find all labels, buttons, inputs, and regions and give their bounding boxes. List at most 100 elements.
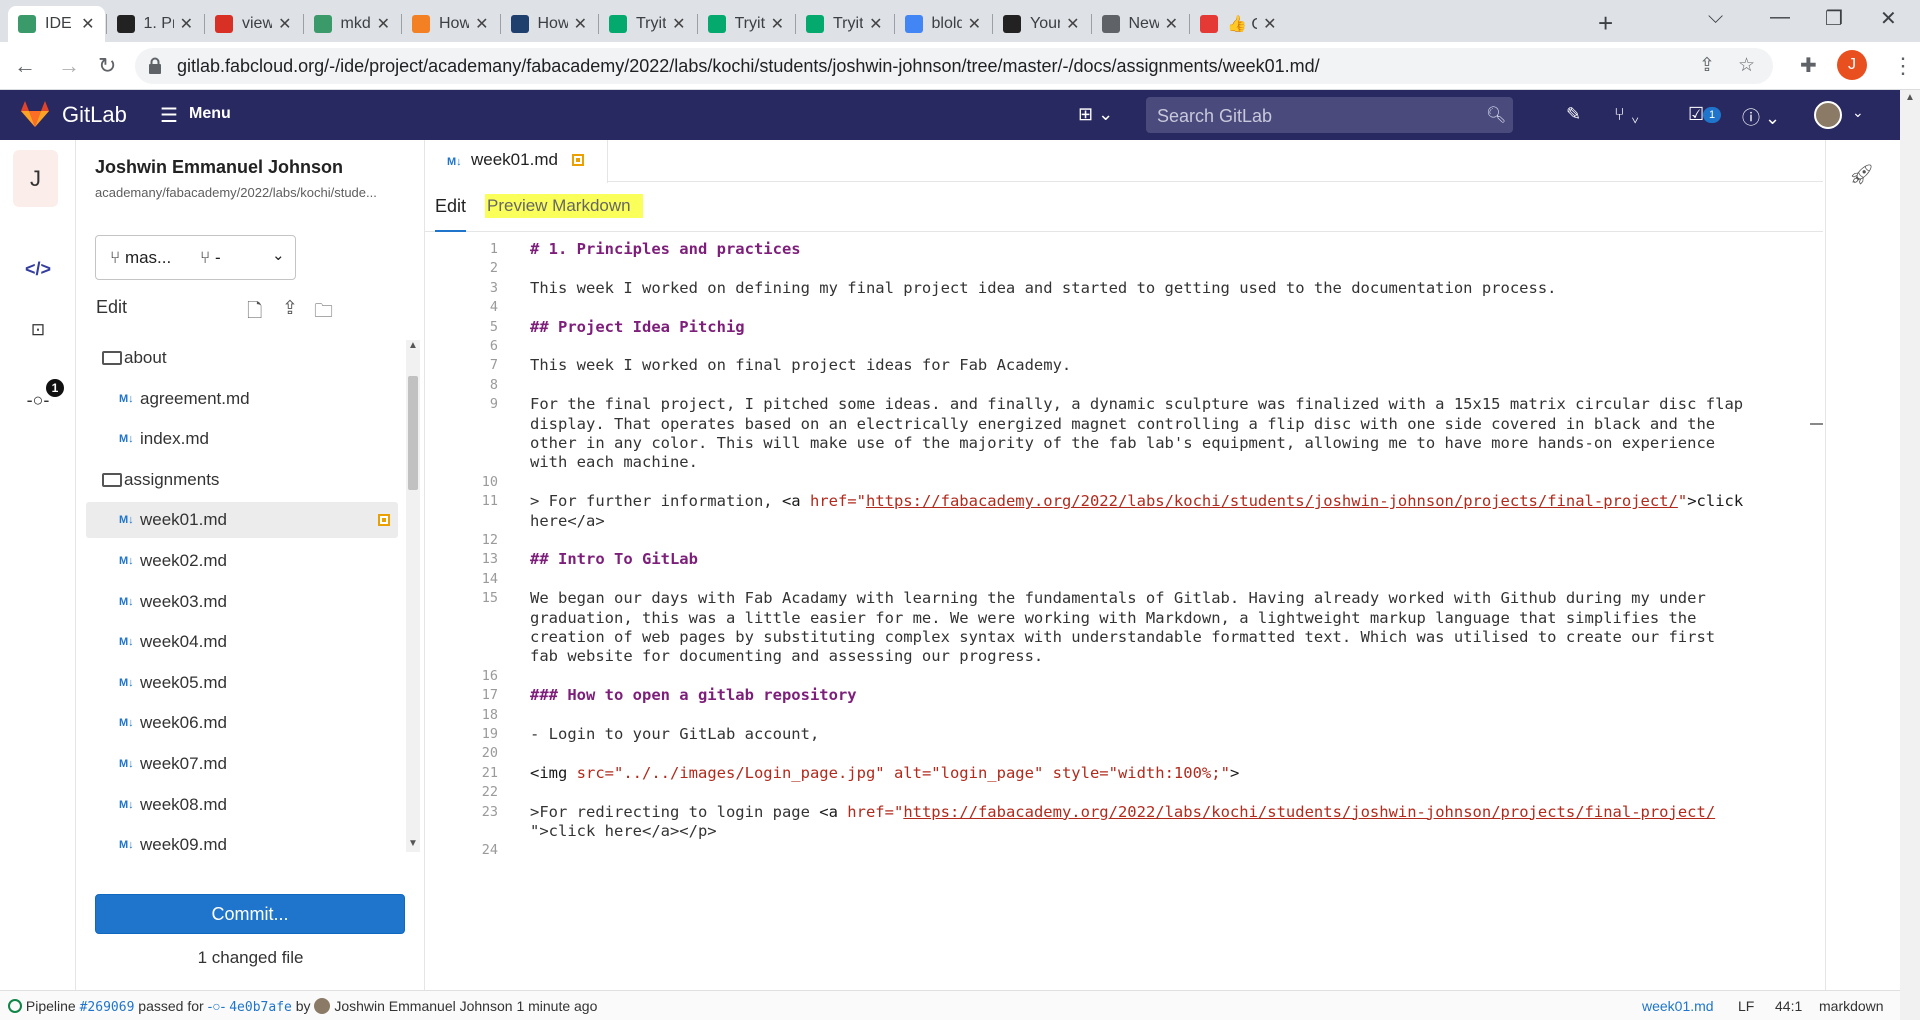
tab-close-icon[interactable]: ✕ xyxy=(574,14,587,34)
edit-mode-icon[interactable]: </> xyxy=(0,250,76,288)
tab-close-icon[interactable]: ✕ xyxy=(771,14,784,34)
review-mode-icon[interactable]: ⊡ xyxy=(0,320,76,340)
new-folder-icon[interactable]: 🗀 xyxy=(314,297,333,329)
browser-tab[interactable]: IDE · G ✕ xyxy=(8,6,105,42)
code-line: with each machine. xyxy=(530,453,1810,471)
tab-close-icon[interactable]: ✕ xyxy=(1066,14,1079,34)
scroll-up-icon[interactable]: ▲ xyxy=(408,340,418,351)
tab-close-icon[interactable]: ✕ xyxy=(1263,14,1276,34)
tab-close-icon[interactable]: ✕ xyxy=(180,14,193,34)
tree-file[interactable]: M↓ week04.md xyxy=(86,624,398,660)
new-tab-button[interactable]: + xyxy=(1598,8,1613,39)
project-name[interactable]: Joshwin Emmanuel Johnson xyxy=(95,157,343,178)
tab-close-icon[interactable]: ✕ xyxy=(278,14,291,34)
pipeline-link[interactable]: #269069 xyxy=(80,1000,135,1015)
pipeline-passed-icon[interactable] xyxy=(8,999,22,1013)
merge-requests-icon[interactable]: ⑂ ⌄ xyxy=(1614,104,1641,125)
tab-edit[interactable]: Edit xyxy=(435,182,467,232)
browser-tab[interactable]: view-s ✕ xyxy=(205,6,302,42)
scrollbar-thumb[interactable] xyxy=(408,376,418,490)
file-language: markdown xyxy=(1819,998,1884,1014)
file-tree-scrollbar[interactable]: ▲ ▼ xyxy=(406,340,420,852)
browser-tab[interactable]: Tryit E ✕ xyxy=(796,6,893,42)
tab-close-icon[interactable]: ✕ xyxy=(672,14,685,34)
gitlab-brand[interactable]: GitLab xyxy=(62,102,127,128)
share-icon[interactable]: ⇪ xyxy=(1699,54,1715,77)
tab-close-icon[interactable]: ✕ xyxy=(869,14,882,34)
project-avatar[interactable]: J xyxy=(13,150,58,207)
hamburger-icon[interactable]: ☰ xyxy=(160,103,178,128)
code-tag: <img xyxy=(530,763,577,782)
commit-mode-icon[interactable]: -○- xyxy=(0,390,76,411)
scrollbar-thumb[interactable] xyxy=(1810,423,1823,425)
scroll-down-icon[interactable]: ▼ xyxy=(408,838,418,849)
tree-file[interactable]: M↓ week06.md xyxy=(86,705,398,741)
tree-file[interactable]: M↓ week09.md xyxy=(86,827,398,852)
tab-close-icon[interactable]: ✕ xyxy=(81,14,94,34)
user-menu-chevron-icon[interactable]: ⌄ xyxy=(1852,104,1864,121)
browser-tab[interactable]: blold ✕ xyxy=(895,6,992,42)
tab-close-icon[interactable]: ✕ xyxy=(475,14,488,34)
tab-preview-markdown[interactable]: Preview Markdown xyxy=(485,194,643,218)
todos-icon[interactable]: ☑ xyxy=(1688,104,1704,125)
tree-item-label: week02.md xyxy=(140,551,227,570)
tab-favicon-icon xyxy=(313,15,332,33)
tree-file[interactable]: M↓ week08.md xyxy=(86,787,398,823)
user-avatar[interactable] xyxy=(1814,101,1842,129)
tree-file[interactable]: M↓ week02.md xyxy=(86,543,398,579)
browser-tab[interactable]: mkdo ✕ xyxy=(304,6,401,42)
tree-file[interactable]: M↓ week03.md xyxy=(86,584,398,620)
browser-menu-icon[interactable]: ⋮ xyxy=(1892,52,1914,80)
reload-icon[interactable]: ↻ xyxy=(98,52,116,80)
browser-tab[interactable]: How t ✕ xyxy=(501,6,598,42)
issues-icon[interactable]: ✎ xyxy=(1566,104,1581,125)
create-new-icon[interactable]: ⊞ ⌄ xyxy=(1078,104,1113,125)
tree-file[interactable]: M↓ agreement.md xyxy=(86,381,398,417)
search-input[interactable]: Search GitLab 🔍︎ xyxy=(1146,97,1513,133)
line-number: 22 xyxy=(481,784,498,801)
status-file-name[interactable]: week01.md xyxy=(1642,998,1714,1014)
new-file-icon[interactable]: 🗋 xyxy=(247,297,262,329)
back-icon[interactable]: ← xyxy=(14,52,36,80)
maximize-icon[interactable]: ❐ xyxy=(1825,6,1843,31)
tree-file[interactable]: M↓ week01.md xyxy=(86,502,398,539)
bookmark-star-icon[interactable]: ☆ xyxy=(1738,54,1755,77)
browser-tab[interactable]: Your r ✕ xyxy=(993,6,1090,42)
todos-count-badge: 1 xyxy=(1703,107,1721,123)
tree-folder[interactable]: about xyxy=(86,340,398,376)
editor-file-tab[interactable]: M↓ week01.md xyxy=(425,140,608,183)
profile-avatar[interactable]: J xyxy=(1837,50,1867,80)
address-bar[interactable]: gitlab.fabcloud.org/-/ide/project/academ… xyxy=(135,48,1773,84)
browser-tab[interactable]: Tryit E ✕ xyxy=(698,6,795,42)
code-scrollbar[interactable] xyxy=(1810,240,1823,978)
help-icon[interactable]: ⓘ ⌄ xyxy=(1742,104,1780,130)
modified-indicator-icon[interactable] xyxy=(572,154,584,166)
tree-file[interactable]: M↓ week05.md xyxy=(86,665,398,701)
tab-search-icon[interactable]: ⌵ xyxy=(1708,6,1723,29)
scroll-up-icon[interactable]: ▲ xyxy=(1905,92,1915,103)
tree-folder[interactable]: assignments xyxy=(86,462,398,498)
commit-sha-link[interactable]: 4e0b7afe xyxy=(229,1000,292,1015)
commit-button[interactable]: Commit... xyxy=(95,894,405,934)
pipelines-rocket-icon[interactable]: 🚀︎ xyxy=(1849,162,1874,187)
browser-tab[interactable]: 👍 Cc ✕ xyxy=(1190,6,1287,42)
tree-file[interactable]: M↓ week07.md xyxy=(86,746,398,782)
tab-close-icon[interactable]: ✕ xyxy=(377,14,390,34)
forward-icon[interactable]: → xyxy=(58,52,80,80)
extensions-icon[interactable]: ✚ xyxy=(1800,52,1817,80)
browser-tab[interactable]: New T ✕ xyxy=(1092,6,1189,42)
gitlab-logo-icon[interactable] xyxy=(20,100,50,128)
browser-tab[interactable]: 1. Prin ✕ xyxy=(107,6,204,42)
tree-file[interactable]: M↓ index.md xyxy=(86,421,398,457)
code-area[interactable]: 1 # 1. Principles and practices 2 3 This wee… xyxy=(425,240,1823,978)
minimize-icon[interactable]: — xyxy=(1770,6,1790,29)
page-scrollbar[interactable]: ▲ xyxy=(1900,90,1920,1020)
tab-close-icon[interactable]: ✕ xyxy=(968,14,981,34)
upload-icon[interactable]: ⇪ xyxy=(282,297,298,320)
branch-selector[interactable]: ⑂ mas... ⑂ - ⌄ xyxy=(95,235,296,280)
close-window-icon[interactable]: ✕ xyxy=(1880,6,1897,31)
browser-tab[interactable]: How t ✕ xyxy=(402,6,499,42)
browser-tab[interactable]: Tryit E ✕ xyxy=(599,6,696,42)
menu-button[interactable]: Menu xyxy=(189,105,231,123)
tab-close-icon[interactable]: ✕ xyxy=(1165,14,1178,34)
